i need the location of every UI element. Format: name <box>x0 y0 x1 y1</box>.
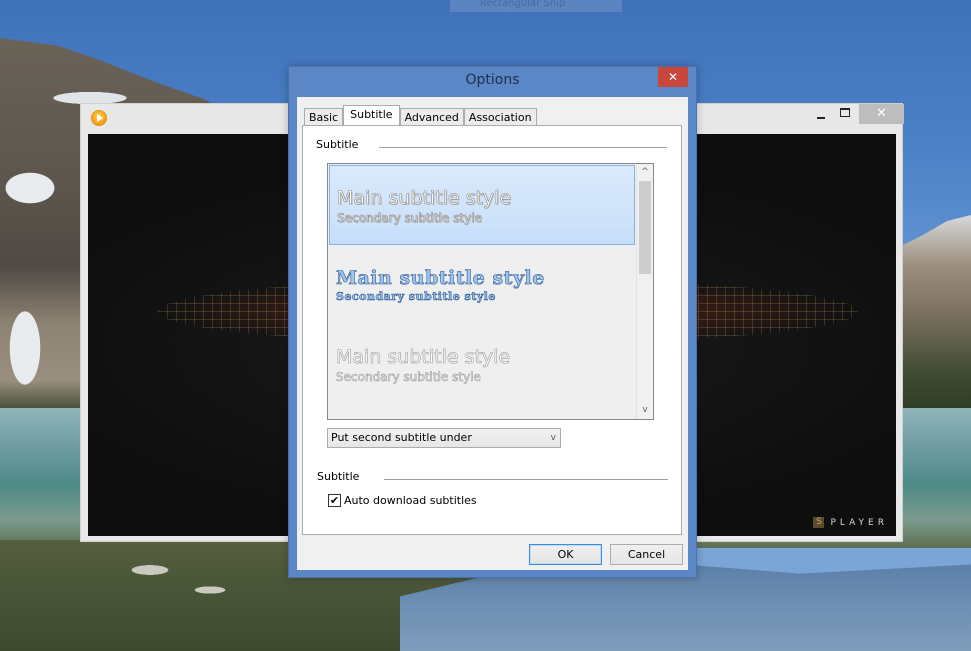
main-subtitle-sample: Main subtitle style <box>337 187 512 210</box>
chevron-down-icon[interactable]: v <box>637 402 653 419</box>
auto-download-row[interactable]: ✔ Auto download subtitles <box>328 494 477 507</box>
tab-basic[interactable]: Basic <box>304 108 344 125</box>
secondary-subtitle-sample: Secondary subtitle style <box>337 211 482 226</box>
player-close-button[interactable]: ✕ <box>859 104 904 124</box>
splayer-play-icon[interactable] <box>91 110 107 126</box>
checkmark-icon: ✔ <box>329 494 340 507</box>
splayer-logo-icon: S <box>813 517 825 528</box>
dialog-close-button[interactable]: ✕ <box>658 67 688 87</box>
options-dialog: Options ✕ Basic Subtitle Advanced Associ… <box>288 66 697 578</box>
maximize-button[interactable] <box>831 104 859 124</box>
secondary-subtitle-sample: Secondary subtitle style <box>336 370 481 385</box>
main-subtitle-sample: Main subtitle style <box>336 267 545 290</box>
scrollbar-thumb[interactable] <box>639 181 651 274</box>
secondary-subtitle-sample: Secondary subtitle style <box>336 290 496 304</box>
subtitle-style-option[interactable]: Main subtitle style Secondary subtitle s… <box>329 253 635 333</box>
cancel-button[interactable]: Cancel <box>610 544 683 565</box>
subtitle-style-option[interactable]: Main subtitle style Secondary subtitle s… <box>329 334 635 414</box>
background-snip-toolbar: Rectangular Snip <box>450 0 622 12</box>
auto-download-label[interactable]: Auto download subtitles <box>344 494 477 507</box>
brand-text: PLAYER <box>830 518 888 528</box>
dialog-body: Basic Subtitle Advanced Association Subt… <box>297 97 688 570</box>
subtitle-tab-panel: Subtitle Main subtitle style Secondary s… <box>302 125 682 535</box>
maximize-icon <box>840 108 850 117</box>
subtitle-style-list[interactable]: Main subtitle style Secondary subtitle s… <box>327 163 654 420</box>
select-value: Put second subtitle under <box>331 431 472 444</box>
tab-subtitle[interactable]: Subtitle <box>343 105 400 125</box>
splayer-brand-badge: S PLAYER <box>813 517 888 528</box>
style-list-scrollbar[interactable]: ^ v <box>636 164 653 419</box>
minimize-icon <box>817 117 825 119</box>
ok-button[interactable]: OK <box>529 544 602 565</box>
auto-download-checkbox[interactable]: ✔ <box>328 494 341 507</box>
close-icon: ✕ <box>667 70 679 84</box>
group-divider <box>379 147 667 148</box>
main-subtitle-sample: Main subtitle style <box>336 346 511 369</box>
subtitle-download-group-label: Subtitle <box>317 470 360 483</box>
group-divider <box>384 479 668 480</box>
second-subtitle-position-select[interactable]: Put second subtitle under v <box>327 428 561 448</box>
dialog-title: Options <box>465 72 520 88</box>
close-icon: ✕ <box>876 106 887 121</box>
chevron-up-icon[interactable]: ^ <box>637 164 653 181</box>
background-mountain-right <box>891 215 971 415</box>
subtitle-style-group-label: Subtitle <box>316 138 359 151</box>
tab-bar: Basic Subtitle Advanced Association <box>304 105 537 125</box>
tab-association[interactable]: Association <box>463 108 537 125</box>
subtitle-style-option[interactable]: Main subtitle style Secondary subtitle s… <box>329 165 635 245</box>
chevron-down-icon: v <box>550 433 556 443</box>
tab-advanced[interactable]: Advanced <box>399 108 464 125</box>
